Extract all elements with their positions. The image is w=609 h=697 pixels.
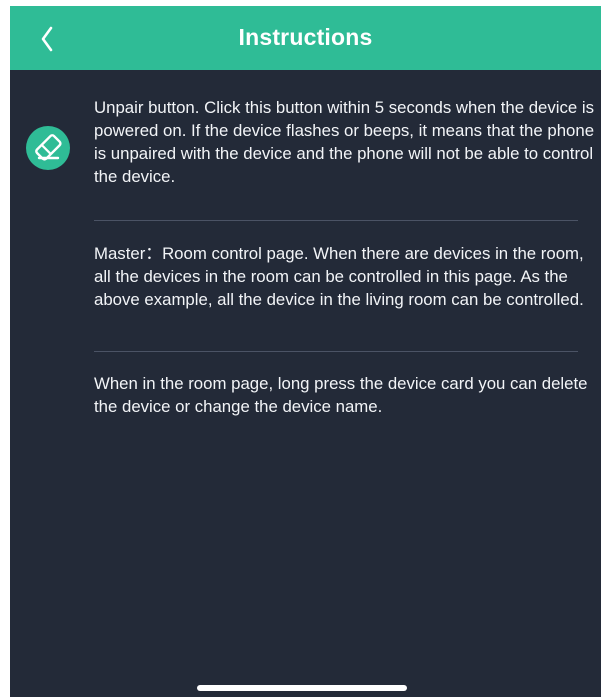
instruction-room-page: When in the room page, long press the de… (94, 374, 588, 416)
divider (94, 351, 578, 352)
home-indicator[interactable] (197, 685, 407, 691)
instruction-master: Master：Room control page. When there are… (94, 244, 584, 309)
eraser-icon (35, 134, 62, 161)
app-header: Instructions (10, 6, 601, 70)
page-title: Instructions (238, 24, 373, 50)
instructions-screen: Instructions Unpair button. Click this b… (10, 6, 601, 697)
divider (94, 220, 578, 221)
instruction-unpair: Unpair button. Click this button within … (94, 98, 595, 186)
unpair-button-icon (26, 126, 70, 170)
